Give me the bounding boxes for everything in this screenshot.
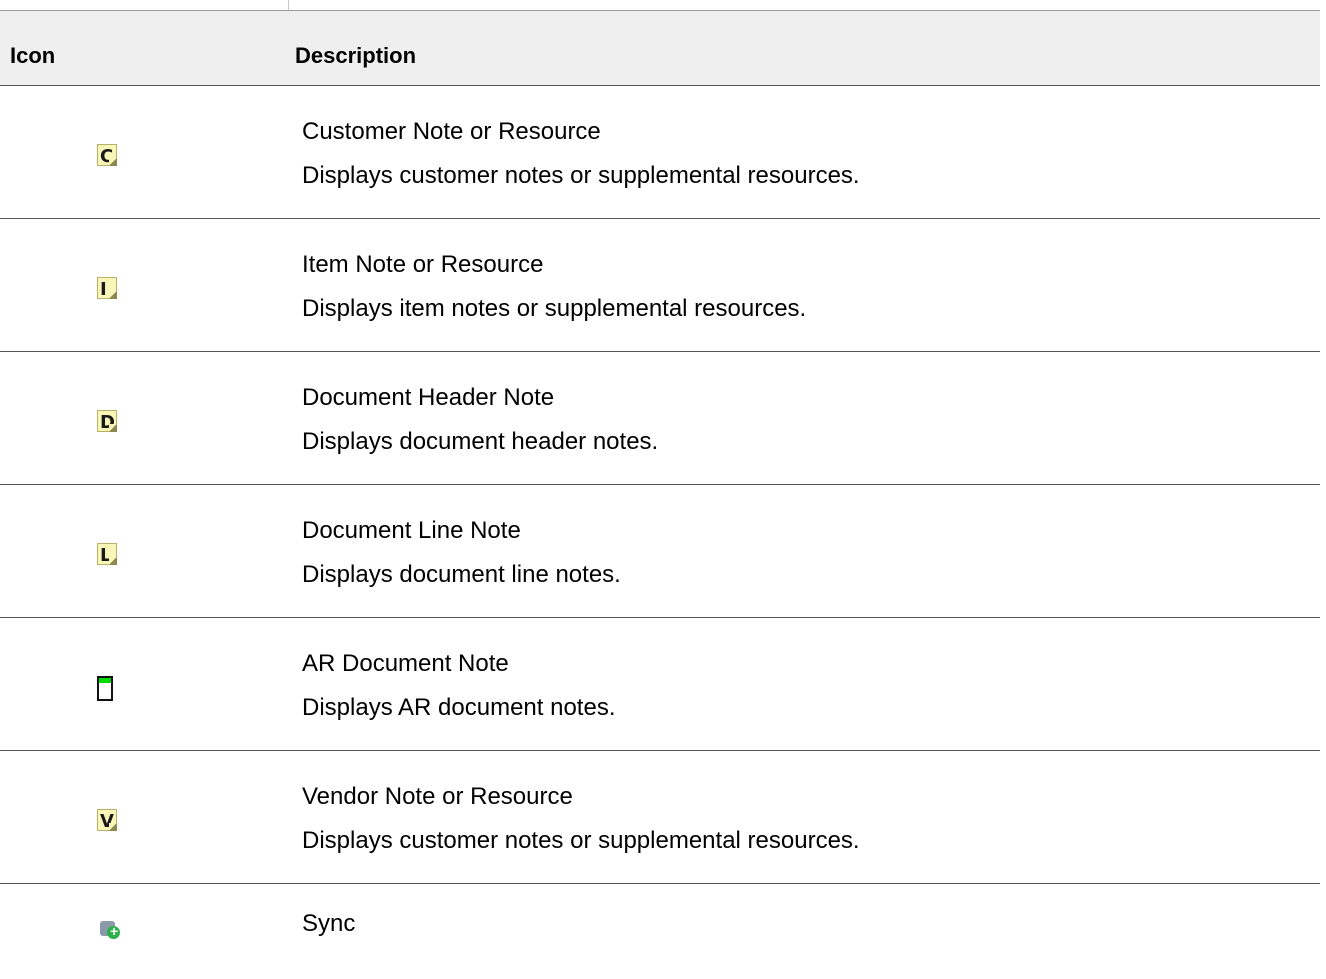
item-note-icon: I	[97, 277, 117, 300]
table-row: V Vendor Note or Resource Displays custo…	[0, 751, 1320, 884]
row-description: Displays customer notes or supplemental …	[302, 162, 860, 189]
document-line-note-icon: L	[97, 543, 117, 566]
sync-icon	[97, 916, 122, 941]
row-title: Document Header Note	[302, 384, 555, 411]
row-title: AR Document Note	[302, 650, 509, 677]
header-description-column: Description	[295, 43, 417, 68]
row-description: Displays customer notes or supplemental …	[302, 827, 860, 854]
row-description: Displays AR document notes.	[302, 694, 616, 721]
row-title: Item Note or Resource	[302, 251, 544, 278]
row-description: Displays item notes or supplemental reso…	[302, 295, 807, 322]
table-header: Icon Description	[0, 11, 1320, 86]
customer-note-icon: C	[97, 144, 117, 167]
table-row: D Document Header Note Displays document…	[0, 352, 1320, 485]
vendor-note-icon: V	[97, 809, 117, 832]
header-icon-column: Icon	[10, 43, 56, 68]
table-row: C Customer Note or Resource Displays cus…	[0, 86, 1320, 219]
table-row: Sync	[0, 884, 1320, 964]
row-title: Document Line Note	[302, 517, 521, 544]
icon-table: Icon Description C Customer Note or Reso…	[0, 10, 1320, 964]
row-title: Customer Note or Resource	[302, 118, 601, 145]
row-description: Displays document line notes.	[302, 561, 621, 588]
row-title: Sync	[302, 910, 356, 937]
table-row: I Item Note or Resource Displays item no…	[0, 219, 1320, 352]
table-row: AR Document Note Displays AR document no…	[0, 618, 1320, 751]
document-header-note-icon: D	[97, 410, 117, 433]
table-row: L Document Line Note Displays document l…	[0, 485, 1320, 618]
divider-mark	[288, 0, 289, 10]
ar-document-note-icon	[97, 676, 113, 701]
row-title: Vendor Note or Resource	[302, 783, 573, 810]
row-description: Displays document header notes.	[302, 428, 659, 455]
